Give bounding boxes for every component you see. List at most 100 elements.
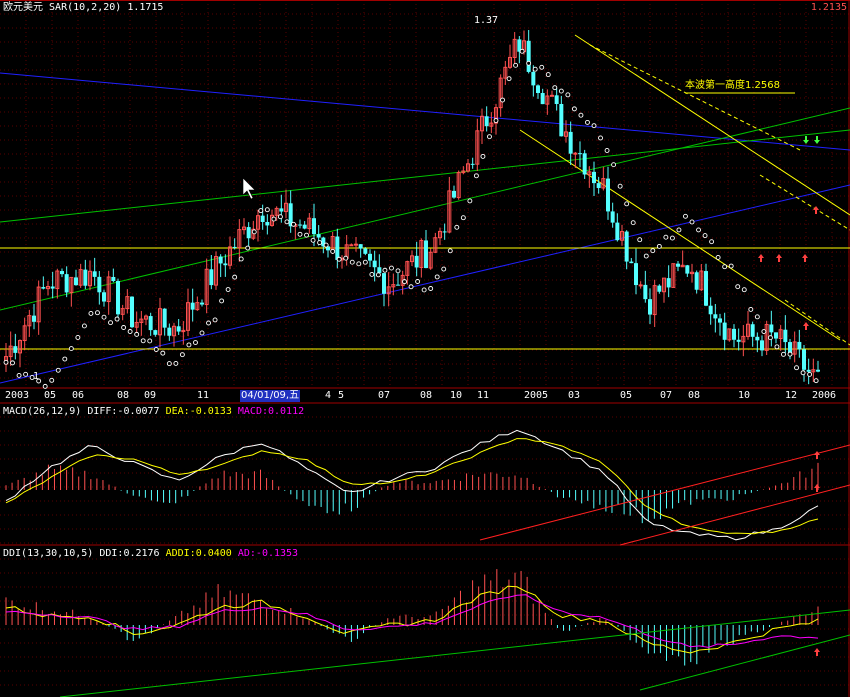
candle-body bbox=[750, 324, 755, 337]
candle-body bbox=[102, 292, 106, 302]
candle-body bbox=[648, 299, 652, 315]
x-tick-label: 09 bbox=[144, 390, 157, 401]
x-tick-label: 07 bbox=[660, 390, 673, 401]
sar-dot bbox=[343, 255, 349, 261]
candle-body bbox=[760, 340, 764, 351]
sar-dots-layer bbox=[3, 48, 819, 389]
sar-dot bbox=[709, 239, 715, 245]
addi-label: ADDI: bbox=[165, 548, 196, 559]
candle-body bbox=[554, 95, 559, 105]
green-trend-line bbox=[0, 107, 850, 311]
candle-body bbox=[666, 278, 671, 288]
ddi-label: DDI: bbox=[99, 548, 124, 559]
x-tick-label: 08 bbox=[688, 390, 701, 401]
sar-dot bbox=[630, 220, 636, 226]
sar-dot bbox=[317, 240, 323, 246]
macd-header: MACD(26,12,9) DIFF:-0.0077 DEA:-0.0133 M… bbox=[3, 406, 304, 418]
up-arrow-icon bbox=[814, 451, 820, 459]
sar-dot bbox=[611, 162, 617, 168]
candle-body bbox=[685, 265, 690, 274]
candle-body bbox=[718, 318, 722, 323]
sar-dot bbox=[232, 274, 238, 280]
candle-body bbox=[806, 369, 811, 372]
candle-body bbox=[363, 248, 368, 254]
sar-dot bbox=[617, 183, 623, 189]
sar-dot bbox=[480, 153, 486, 159]
candle-body bbox=[769, 324, 774, 333]
candle-body bbox=[349, 244, 354, 247]
x-tick-label: 11 bbox=[197, 390, 210, 401]
candle-body bbox=[802, 349, 806, 370]
sar-dot bbox=[101, 314, 107, 320]
x-tick-label: 11 bbox=[477, 390, 490, 401]
candle-body bbox=[452, 190, 456, 198]
candle-body bbox=[148, 316, 153, 331]
sar-dot bbox=[813, 378, 819, 384]
sar-dot bbox=[304, 232, 309, 238]
date-cursor-label: 04/01/09,五 bbox=[240, 390, 301, 402]
sar-dot bbox=[500, 97, 505, 103]
sar-dot bbox=[395, 268, 401, 274]
up-arrow-icon bbox=[758, 254, 764, 262]
sar-dot bbox=[696, 227, 701, 233]
candle-body bbox=[596, 183, 601, 188]
sar-dot bbox=[140, 338, 146, 344]
x-tick-label: 03 bbox=[568, 390, 581, 401]
sar-dot bbox=[767, 335, 773, 341]
candle-body bbox=[130, 296, 134, 328]
candle-body bbox=[624, 231, 629, 262]
sar-dot bbox=[134, 331, 140, 337]
peak-label: 1.37 bbox=[474, 15, 499, 26]
candle-body bbox=[606, 178, 610, 212]
candle-body bbox=[657, 285, 662, 292]
candle-body bbox=[736, 339, 741, 342]
diff-label: DIFF: bbox=[87, 406, 118, 417]
candle-body bbox=[302, 224, 307, 229]
x-tick-label: 4 bbox=[325, 390, 332, 401]
candle-body bbox=[209, 269, 214, 286]
price-scale-top: 1.2135 bbox=[810, 2, 847, 13]
sar-dot bbox=[506, 76, 512, 82]
candle-body bbox=[298, 224, 302, 226]
macd-layer bbox=[5, 429, 850, 546]
candle-body bbox=[526, 40, 531, 72]
sar-dot bbox=[545, 72, 551, 78]
candle-body bbox=[531, 71, 536, 86]
candle-body bbox=[60, 271, 64, 275]
sar-dot bbox=[95, 310, 100, 316]
sar-dot bbox=[199, 330, 205, 336]
top-panel-header: 欧元美元 SAR(10,2,20) 1.1715 bbox=[3, 2, 163, 14]
macd-value: 0.0112 bbox=[268, 406, 305, 417]
candle-body bbox=[116, 281, 120, 315]
sar-dot bbox=[754, 314, 760, 320]
sar-dot bbox=[271, 216, 277, 222]
sar-dot bbox=[23, 371, 29, 377]
ddi-layer bbox=[5, 569, 850, 697]
sar-dot bbox=[258, 208, 264, 214]
sar-dot bbox=[669, 235, 675, 241]
sar-dot bbox=[428, 286, 434, 291]
blue-support-line bbox=[0, 184, 850, 384]
x-tick-label: 12 bbox=[785, 390, 798, 401]
up-arrow-icon bbox=[813, 206, 819, 214]
sar-dot bbox=[415, 279, 421, 284]
sar-dot bbox=[571, 106, 577, 112]
candle-body bbox=[774, 332, 778, 339]
sar-dot bbox=[800, 370, 806, 376]
sar-dot bbox=[761, 329, 767, 334]
candle-body bbox=[92, 271, 97, 277]
candle-body bbox=[610, 211, 615, 223]
candle-body bbox=[218, 256, 223, 264]
sar-dot bbox=[637, 237, 643, 243]
sar-dot bbox=[264, 207, 270, 213]
sar-dot bbox=[206, 320, 211, 326]
candle-body bbox=[83, 269, 88, 286]
sar-dot bbox=[604, 148, 610, 153]
sar-dot bbox=[310, 237, 316, 243]
sar-dot bbox=[565, 92, 571, 98]
ddi-name: DDI(13,30,10,5) bbox=[3, 548, 94, 559]
candle-body bbox=[316, 234, 321, 238]
sar-dot bbox=[49, 377, 55, 383]
sar-dot bbox=[441, 266, 447, 272]
macd-label: MACD: bbox=[237, 406, 268, 417]
